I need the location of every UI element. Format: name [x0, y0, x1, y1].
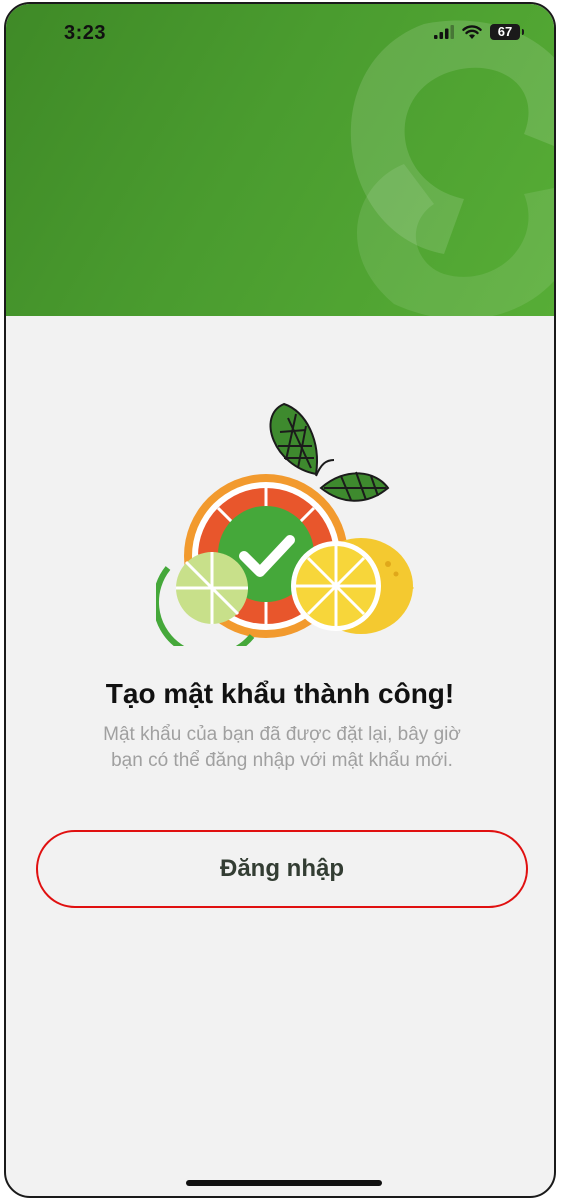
status-bar: 3:23 67 — [6, 4, 554, 64]
header-banner: 3:23 67 — [6, 4, 554, 316]
success-fruit-illustration — [156, 402, 414, 646]
status-time: 3:23 — [64, 22, 107, 44]
battery-icon: 67 — [490, 24, 524, 40]
success-title: Tạo mật khẩu thành công! — [105, 678, 455, 709]
home-indicator[interactable] — [186, 1180, 382, 1186]
signal-icon — [434, 25, 454, 39]
lemon-icon — [291, 538, 414, 634]
phone-screen: 3:23 67 Tạo mật khẩu thành công! Mật khẩ… — [4, 2, 556, 1198]
status-icons: 67 — [434, 24, 524, 40]
login-button[interactable]: Đăng nhập — [36, 830, 528, 908]
success-message: Mật khẩu của bạn đã được đặt lại, bây gi… — [103, 724, 461, 771]
wifi-icon — [462, 24, 482, 39]
